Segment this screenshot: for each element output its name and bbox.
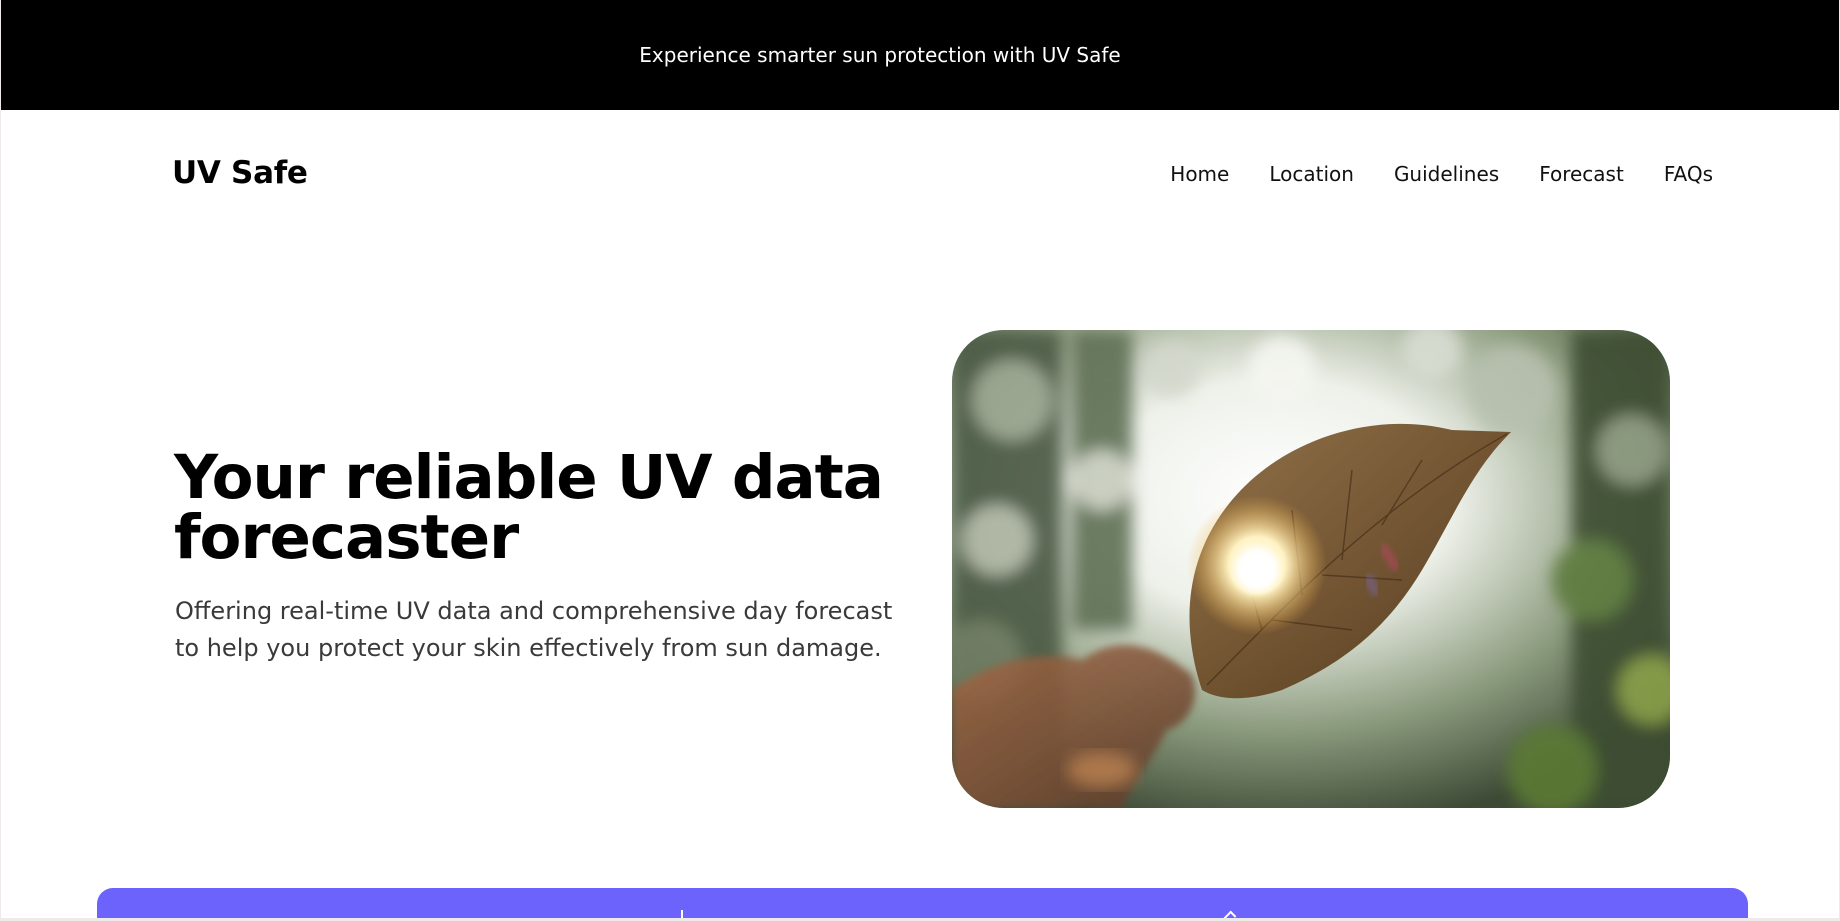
nav-faqs[interactable]: FAQs <box>1664 162 1713 186</box>
nav-forecast[interactable]: Forecast <box>1539 162 1624 186</box>
hero-subtitle: Offering real-time UV data and comprehen… <box>175 597 893 662</box>
announcement-text: Experience smarter sun protection with U… <box>639 42 1121 67</box>
site-logo[interactable]: UV Safe <box>172 155 308 191</box>
cta-bar[interactable] <box>97 888 1748 918</box>
nav-home[interactable]: Home <box>1170 162 1229 186</box>
main-nav: Home Location Guidelines Forecast FAQs <box>1170 162 1713 186</box>
divider-icon <box>681 910 683 918</box>
hero-title: Your reliable UV data forecaster <box>174 442 884 573</box>
announcement-bar: Experience smarter sun protection with U… <box>1 0 1839 110</box>
nav-location[interactable]: Location <box>1269 162 1354 186</box>
hero-image <box>952 330 1670 808</box>
nav-guidelines[interactable]: Guidelines <box>1394 162 1499 186</box>
chevron-up-icon <box>1223 910 1237 918</box>
page: Experience smarter sun protection with U… <box>1 0 1839 918</box>
